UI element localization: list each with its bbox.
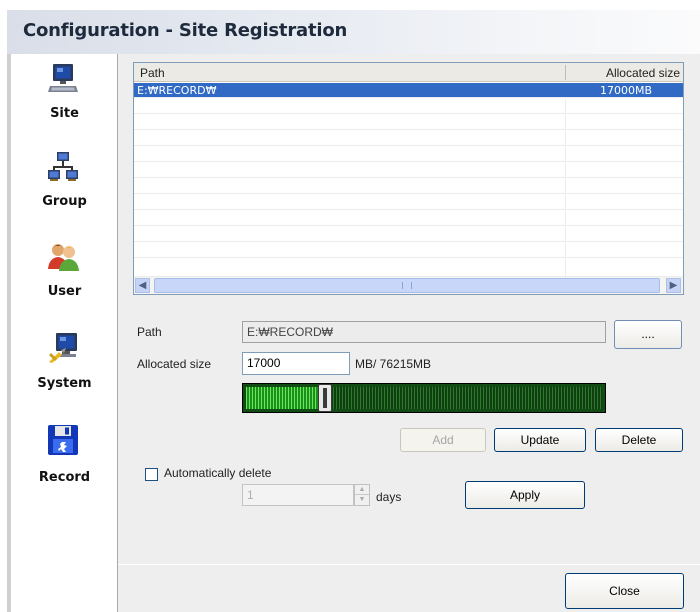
- empty-row: [134, 227, 683, 242]
- sidebar-item-user[interactable]: User: [11, 238, 118, 320]
- close-button[interactable]: Close: [565, 573, 684, 609]
- sidebar-item-site[interactable]: Site: [11, 60, 118, 142]
- record-settings-panel: Path Allocated size E:₩RECORD₩ 17000MB ◀: [118, 54, 700, 612]
- sidebar-item-system[interactable]: System: [11, 330, 118, 412]
- row-divider: [565, 99, 566, 114]
- path-field[interactable]: E:₩RECORD₩: [242, 321, 606, 343]
- scroll-right-button[interactable]: ▶: [666, 278, 681, 293]
- scroll-left-button[interactable]: ◀: [135, 278, 150, 293]
- path-label: Path: [137, 325, 162, 339]
- empty-row: [134, 131, 683, 146]
- empty-row: [134, 211, 683, 226]
- record-path-list: Path Allocated size E:₩RECORD₩ 17000MB ◀: [133, 62, 684, 295]
- empty-row: [134, 259, 683, 277]
- auto-delete-label[interactable]: Automatically delete: [164, 466, 271, 480]
- days-input[interactable]: 1: [242, 484, 354, 506]
- days-label: days: [376, 490, 402, 504]
- auto-delete-checkbox[interactable]: [145, 468, 158, 481]
- row-divider: [565, 147, 566, 162]
- apply-button[interactable]: Apply: [465, 481, 585, 509]
- footer-bar: Close: [118, 564, 700, 612]
- browse-button[interactable]: ....: [614, 320, 682, 349]
- update-button[interactable]: Update: [494, 428, 586, 452]
- slider-knob-grip: [323, 388, 327, 408]
- allocated-size-slider[interactable]: [242, 383, 606, 413]
- row-path: E:₩RECORD₩: [137, 84, 217, 97]
- sidebar-item-label: Site: [50, 106, 79, 121]
- row-divider: [565, 179, 566, 194]
- empty-row: [134, 115, 683, 130]
- sidebar: Site Group User System Record: [7, 54, 118, 612]
- configuration-window: Configuration - Site Registration Site G…: [0, 0, 700, 612]
- network-icon: [48, 152, 78, 181]
- allocated-size-unit: MB/ 76215MB: [355, 357, 432, 371]
- column-separator[interactable]: [565, 65, 566, 80]
- scroll-grip-icon: [402, 282, 412, 289]
- row-divider: [565, 131, 566, 146]
- computer-icon: [48, 64, 78, 92]
- table-row[interactable]: E:₩RECORD₩ 17000MB: [134, 83, 683, 98]
- allocated-size-label: Allocated size: [137, 357, 212, 371]
- empty-row: [134, 163, 683, 178]
- sidebar-item-group[interactable]: Group: [11, 148, 118, 230]
- title-bar: Configuration - Site Registration: [7, 10, 700, 54]
- slider-fill: [246, 387, 325, 409]
- row-allocated-size: 17000MB: [599, 84, 652, 97]
- spin-down-icon[interactable]: ▼: [355, 495, 369, 505]
- floppy-disk-icon: [48, 425, 78, 455]
- days-spinner[interactable]: ▲ ▼: [354, 484, 370, 506]
- empty-row: [134, 99, 683, 114]
- row-divider: [565, 227, 566, 242]
- add-button[interactable]: Add: [400, 428, 486, 452]
- window-title: Configuration - Site Registration: [23, 20, 348, 41]
- scroll-thumb[interactable]: [154, 278, 660, 293]
- spin-up-icon[interactable]: ▲: [355, 485, 369, 495]
- sidebar-item-record[interactable]: Record: [11, 422, 118, 504]
- empty-row: [134, 243, 683, 258]
- sidebar-item-label: User: [47, 284, 82, 299]
- sidebar-item-label: Group: [42, 194, 87, 209]
- delete-button[interactable]: Delete: [595, 428, 683, 452]
- allocated-size-input[interactable]: 17000: [242, 352, 350, 375]
- row-divider: [565, 195, 566, 210]
- sidebar-item-label: System: [37, 376, 92, 391]
- system-tools-icon: [48, 333, 77, 363]
- empty-row: [134, 195, 683, 210]
- row-divider: [565, 163, 566, 178]
- horizontal-scrollbar[interactable]: ◀ ▶: [134, 277, 683, 294]
- row-divider: [565, 211, 566, 226]
- sidebar-item-label: Record: [38, 470, 91, 485]
- empty-row: [134, 179, 683, 194]
- list-header: Path Allocated size: [134, 63, 683, 82]
- row-divider: [565, 243, 566, 258]
- row-divider: [565, 115, 566, 130]
- column-header-allocated-size[interactable]: Allocated size: [570, 66, 680, 80]
- column-header-path[interactable]: Path: [140, 66, 165, 80]
- row-divider: [565, 259, 566, 277]
- empty-row: [134, 147, 683, 162]
- users-icon: [48, 244, 79, 271]
- slider-knob[interactable]: [318, 384, 332, 412]
